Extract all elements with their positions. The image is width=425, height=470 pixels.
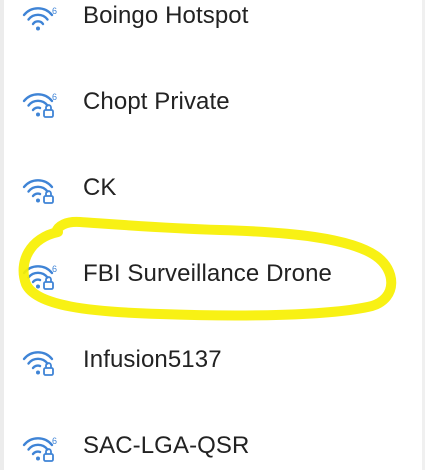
svg-text:6: 6	[52, 436, 57, 446]
wifi-network-name: Boingo Hotspot	[83, 2, 249, 29]
yellow-highlight-loop	[18, 216, 397, 321]
wifi-network-row[interactable]: CK	[0, 160, 425, 220]
wifi-6-lock-icon: 6	[20, 433, 60, 465]
wifi-network-row[interactable]: 6 Boingo Hotspot	[0, 0, 425, 48]
wifi-network-row[interactable]: 6 SAC-LGA-QSR	[0, 418, 425, 470]
wifi-network-name: FBI Surveillance Drone	[83, 260, 332, 287]
wifi-network-name: SAC-LGA-QSR	[83, 432, 250, 459]
wifi-6-icon: 6	[20, 3, 60, 35]
wifi-network-row[interactable]: 6 FBI Surveillance Drone	[0, 246, 425, 306]
left-divider	[0, 0, 4, 470]
wifi-lock-icon	[20, 175, 60, 207]
wifi-network-list-screen: 6 Boingo Hotspot 6 Chopt Private CK 6 FB…	[0, 0, 425, 470]
wifi-network-name: Infusion5137	[83, 346, 222, 373]
wifi-network-row[interactable]: Infusion5137	[0, 332, 425, 392]
svg-text:6: 6	[52, 6, 57, 16]
wifi-lock-icon	[20, 347, 60, 379]
wifi-network-name: CK	[83, 174, 117, 201]
wifi-6-lock-icon: 6	[20, 261, 60, 293]
wifi-network-name: Chopt Private	[83, 88, 230, 115]
wifi-network-row[interactable]: 6 Chopt Private	[0, 74, 425, 134]
svg-text:6: 6	[52, 264, 57, 274]
wifi-6-lock-icon: 6	[20, 89, 60, 121]
svg-text:6: 6	[52, 92, 57, 102]
